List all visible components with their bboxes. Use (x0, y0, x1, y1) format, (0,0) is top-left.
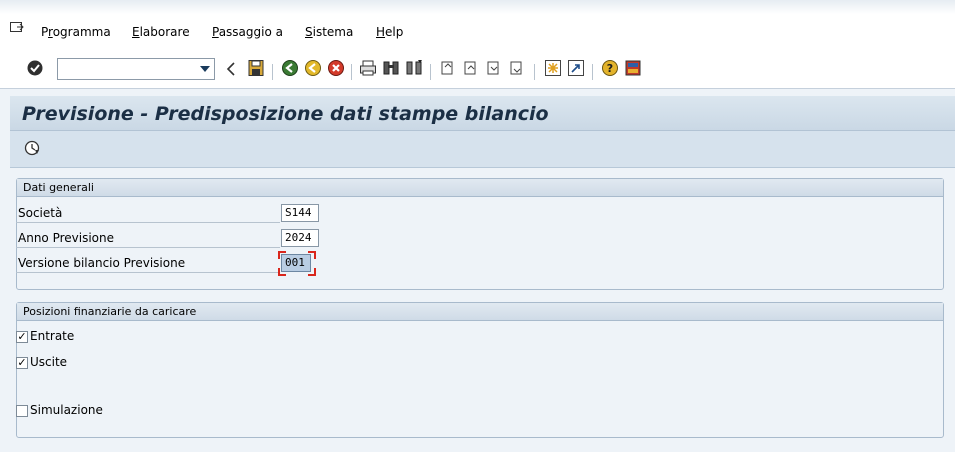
toolbar-separator (534, 64, 535, 80)
last-page-icon[interactable] (508, 59, 526, 77)
previous-page-icon[interactable] (462, 59, 480, 77)
toolbar-separator (351, 64, 352, 80)
help-icon[interactable]: ? (601, 59, 619, 77)
application-toolbar (10, 131, 955, 168)
focus-marker (308, 268, 316, 276)
menu-bar: Programma Elaborare Passaggio a Sistema … (0, 0, 955, 52)
income-checkbox[interactable]: ✓ (16, 331, 28, 343)
command-field[interactable] (57, 58, 215, 80)
menu-elaborare[interactable]: Elaborare (132, 25, 190, 39)
shortcut-icon[interactable] (567, 59, 585, 77)
back-green-icon[interactable] (281, 59, 299, 77)
save-icon[interactable] (247, 59, 265, 77)
financial-positions-group: Posizioni finanziarie da caricare (16, 302, 944, 438)
find-next-icon[interactable] (405, 59, 423, 77)
toolbar-separator (592, 64, 593, 80)
find-icon[interactable] (382, 59, 400, 77)
forecast-year-field[interactable]: 2024 (281, 229, 319, 247)
company-field[interactable]: S144 (281, 204, 319, 222)
enter-icon[interactable] (26, 59, 44, 77)
focus-marker (308, 251, 316, 259)
toolbar-separator (430, 64, 431, 80)
menu-sistema[interactable]: Sistema (305, 25, 353, 39)
expenses-checkbox[interactable]: ✓ (16, 357, 28, 369)
menu-help[interactable]: Help (376, 25, 403, 39)
simulation-checkbox[interactable] (16, 405, 28, 417)
menu-toggle-icon[interactable] (10, 22, 24, 34)
expenses-label: Uscite (30, 355, 68, 369)
income-label: Entrate (30, 329, 75, 343)
focus-marker (278, 251, 286, 259)
first-page-icon[interactable] (439, 59, 457, 77)
next-page-icon[interactable] (485, 59, 503, 77)
cancel-icon[interactable] (327, 59, 345, 77)
exit-icon[interactable] (304, 59, 322, 77)
budget-version-label: Versione bilancio Previsione (16, 254, 280, 273)
layout-icon[interactable] (624, 59, 642, 77)
page-title: Previsione - Predisposizione dati stampe… (22, 103, 549, 125)
command-field-dropdown-icon[interactable] (200, 66, 210, 72)
toolbar-separator (272, 64, 273, 80)
back-icon[interactable] (225, 61, 237, 77)
new-session-icon[interactable] (544, 59, 562, 77)
menu-programma[interactable]: Programma (41, 25, 111, 39)
simulation-label: Simulazione (30, 403, 103, 417)
menu-bar-gradient (0, 0, 955, 14)
general-data-heading: Dati generali (17, 179, 943, 197)
company-label: Società (16, 204, 280, 223)
focus-marker (278, 268, 286, 276)
print-icon[interactable] (359, 59, 377, 77)
menu-passaggio-a[interactable]: Passaggio a (212, 25, 283, 39)
execute-icon[interactable] (24, 140, 40, 156)
financial-positions-heading: Posizioni finanziarie da caricare (17, 303, 943, 321)
forecast-year-label: Anno Previsione (16, 229, 280, 248)
svg-text:?: ? (607, 62, 613, 75)
